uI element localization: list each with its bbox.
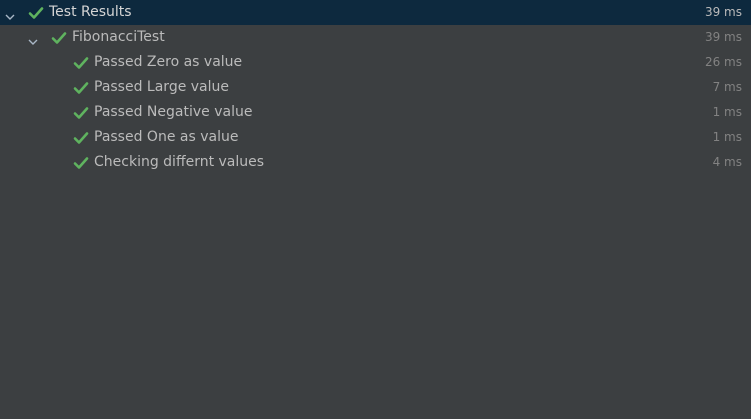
tree-row-test[interactable]: Passed Large value 7 ms (0, 75, 751, 100)
tree-row-label: Passed One as value (94, 129, 239, 145)
tree-row-fibonacci-test[interactable]: FibonacciTest 39 ms (0, 25, 751, 50)
duration-label: 39 ms (704, 5, 742, 19)
duration-label: 39 ms (704, 30, 742, 44)
duration-label: 1 ms (712, 130, 742, 144)
check-icon (73, 155, 89, 169)
check-icon (73, 55, 89, 69)
tree-row-label: Passed Zero as value (94, 54, 243, 70)
check-icon (28, 5, 44, 19)
tree-row-test[interactable]: Checking differnt values 4 ms (0, 150, 751, 175)
test-results-tree: Test Results 39 ms FibonacciTest 39 ms P… (0, 0, 751, 419)
duration-label: 26 ms (704, 55, 742, 69)
tree-row-label: FibonacciTest (72, 29, 165, 45)
check-icon (51, 30, 67, 44)
tree-row-test[interactable]: Passed Zero as value 26 ms (0, 50, 751, 75)
check-icon (73, 80, 89, 94)
duration-label: 1 ms (712, 105, 742, 119)
tree-row-label: Checking differnt values (94, 154, 265, 170)
check-icon (73, 105, 89, 119)
duration-label: 4 ms (712, 155, 742, 169)
check-icon (73, 130, 89, 144)
tree-row-test[interactable]: Passed One as value 1 ms (0, 125, 751, 150)
tree-row-test[interactable]: Passed Negative value 1 ms (0, 100, 751, 125)
tree-row-test-results[interactable]: Test Results 39 ms (0, 0, 751, 25)
tree-row-label: Passed Negative value (94, 104, 253, 120)
chevron-down-icon[interactable] (5, 7, 15, 20)
tree-row-label: Passed Large value (94, 79, 230, 95)
tree-row-label: Test Results (49, 4, 132, 20)
duration-label: 7 ms (712, 80, 742, 94)
chevron-down-icon[interactable] (28, 32, 38, 45)
